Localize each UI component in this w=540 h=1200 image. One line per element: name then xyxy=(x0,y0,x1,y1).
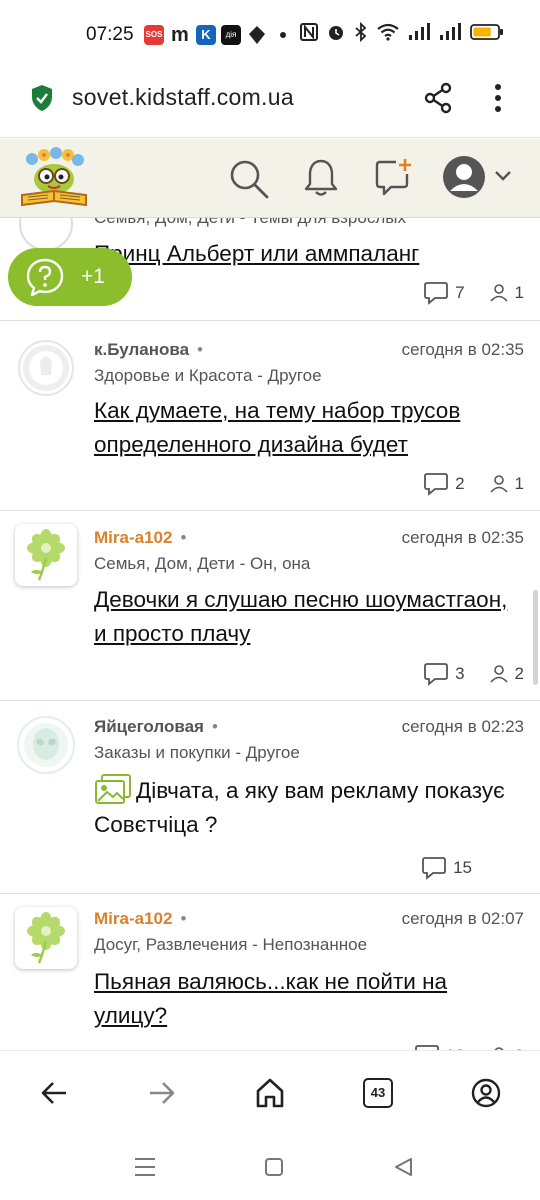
topic-category[interactable]: Семья, Дом, Дети - Темы для взрослых xyxy=(94,218,406,228)
topic-title[interactable]: Дівчата, а яку вам рекламу показує Совєт… xyxy=(94,774,516,842)
chevron-down-icon[interactable] xyxy=(494,170,512,182)
participant-count: 1 xyxy=(514,474,524,493)
forward-arrow-icon[interactable] xyxy=(148,1079,176,1107)
tab-count-button[interactable]: 43 xyxy=(363,1078,393,1108)
topic-category[interactable]: Досуг, Развлечения - Непознанное xyxy=(94,935,367,955)
wifi-icon xyxy=(377,23,399,41)
topic-category[interactable]: Заказы и покупки - Другое xyxy=(94,743,300,763)
home-square-icon[interactable] xyxy=(264,1157,284,1177)
avatar[interactable] xyxy=(15,337,77,399)
status-bar: 07:25 SOS m K дія xyxy=(0,0,540,70)
topic-category[interactable]: Семья, Дом, Дети - Он, она xyxy=(94,554,310,574)
topic-time: сегодня в 02:35 xyxy=(401,528,524,547)
user-avatar-icon[interactable] xyxy=(442,155,486,199)
bluetooth-icon xyxy=(355,22,367,42)
secure-shield-icon[interactable] xyxy=(30,84,54,112)
signal-icon-1 xyxy=(409,23,430,40)
signal-icon-2 xyxy=(440,23,461,40)
more-vert-icon[interactable] xyxy=(490,83,506,113)
topic-time: сегодня в 02:35 xyxy=(401,340,524,359)
comment-icon xyxy=(424,473,448,496)
topic-time: сегодня в 02:07 xyxy=(401,909,524,928)
system-nav-bar xyxy=(0,1136,540,1200)
bell-icon[interactable] xyxy=(303,157,339,199)
scrollbar-thumb[interactable] xyxy=(533,590,538,685)
topic-item[interactable]: Mira-a102 • сегодня в 02:35 Семья, Дом, Д… xyxy=(0,511,540,701)
avatar[interactable] xyxy=(15,524,77,586)
site-logo[interactable] xyxy=(18,147,90,211)
account-icon[interactable] xyxy=(471,1078,501,1108)
m-app-icon: m xyxy=(171,24,189,46)
avatar[interactable] xyxy=(15,714,77,776)
topic-stats: 7 1 xyxy=(423,281,524,305)
topic-item[interactable]: Mira-a102 • сегодня в 02:07 Досуг, Развле… xyxy=(0,894,540,1050)
share-icon[interactable] xyxy=(423,82,453,114)
back-triangle-icon[interactable] xyxy=(393,1157,413,1177)
person-icon xyxy=(489,284,508,302)
topic-title[interactable]: Принц Альберт или аммпаланг xyxy=(94,237,516,271)
comment-icon xyxy=(422,857,446,880)
status-time: 07:25 xyxy=(86,24,134,45)
topic-author[interactable]: к.Буланова • xyxy=(94,340,203,360)
site-header xyxy=(0,139,540,218)
topic-item[interactable]: Яйцеголовая • сегодня в 02:23 Заказы и по… xyxy=(0,701,540,894)
topic-stats: 2 1 xyxy=(423,472,524,496)
topic-title[interactable]: Девочки я слушаю песню шоумастгаон, и пр… xyxy=(94,583,516,651)
comment-count: 7 xyxy=(455,283,465,302)
browser-address-bar[interactable]: sovet.kidstaff.com.ua xyxy=(0,70,540,138)
topic-feed: Семья, Дом, Дети - Темы для взрослых При… xyxy=(0,218,540,1050)
status-right-icons xyxy=(300,22,504,42)
home-icon[interactable] xyxy=(256,1078,284,1108)
comment-count: 3 xyxy=(455,664,465,683)
new-answers-button[interactable]: +1 xyxy=(8,248,132,306)
alarm-icon xyxy=(329,26,343,40)
person-icon xyxy=(489,665,508,683)
topic-stats: 3 2 xyxy=(423,662,524,686)
recents-icon[interactable] xyxy=(134,1157,156,1177)
comment-count: 15 xyxy=(453,858,472,877)
comment-icon xyxy=(424,663,448,686)
screen: 07:25 SOS m K дія sovet.kidstaff.com.ua xyxy=(0,0,540,1200)
topic-author[interactable]: Mira-a102 • xyxy=(94,909,186,929)
question-bubble-icon xyxy=(26,258,64,297)
new-topic-icon[interactable] xyxy=(374,157,414,197)
new-answers-count: +1 xyxy=(81,265,105,288)
diamond-app-icon xyxy=(248,25,266,45)
nfc-icon xyxy=(300,23,318,41)
topic-author[interactable]: Яйцеголовая • xyxy=(94,717,218,737)
topic-category[interactable]: Здоровье и Красота - Другое xyxy=(94,366,322,386)
back-arrow-icon[interactable] xyxy=(40,1079,68,1107)
comment-icon xyxy=(424,282,448,305)
url-text[interactable]: sovet.kidstaff.com.ua xyxy=(72,84,294,111)
comment-count: 2 xyxy=(455,474,465,493)
browser-bottom-nav: 43 xyxy=(0,1050,540,1136)
topic-author[interactable]: Mira-a102 • xyxy=(94,528,186,548)
topic-title[interactable]: Пьяная валяюсь...как не пойти на улицу? xyxy=(94,965,516,1033)
topic-item[interactable]: к.Буланова • сегодня в 02:35 Здоровье и К… xyxy=(0,321,540,511)
sos-app-icon: SOS xyxy=(144,25,164,45)
topic-title[interactable]: Как думаете, на тему набор трусов опреде… xyxy=(94,394,516,462)
person-icon xyxy=(489,475,508,493)
diia-app-icon: дія xyxy=(221,25,241,45)
participant-count: 2 xyxy=(514,664,524,683)
participant-count: 1 xyxy=(514,283,524,302)
search-icon[interactable] xyxy=(228,158,270,200)
avatar[interactable] xyxy=(15,907,77,969)
battery-icon xyxy=(470,24,503,40)
k-app-icon: K xyxy=(196,25,216,45)
topic-stats: 15 xyxy=(421,856,524,880)
more-notifications-dot xyxy=(279,25,287,45)
topic-time: сегодня в 02:23 xyxy=(401,717,524,736)
